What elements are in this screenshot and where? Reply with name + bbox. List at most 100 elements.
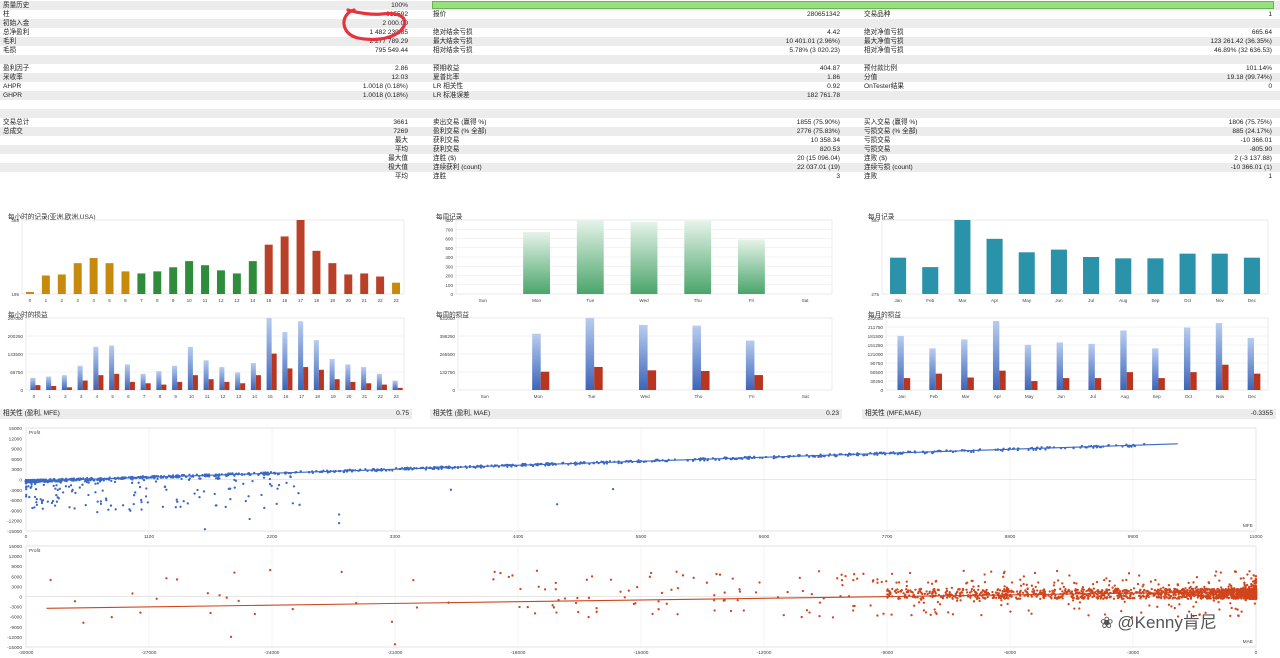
bar-profit bbox=[745, 340, 755, 390]
bar-profit bbox=[187, 346, 193, 390]
scatter-point bbox=[670, 588, 673, 591]
scatter-point bbox=[1034, 585, 1037, 589]
x-tick-label: Jan bbox=[894, 298, 902, 303]
scatter-point bbox=[1222, 589, 1226, 592]
scatter-point bbox=[1121, 579, 1124, 582]
scatter-point bbox=[731, 577, 734, 580]
stat-row: 柱 615592 报价 280651342 交易品种 1 bbox=[0, 10, 1280, 19]
scatter-point bbox=[1212, 588, 1216, 591]
x-tick-label: Tue bbox=[588, 394, 596, 399]
x-tick-label: 6 bbox=[124, 298, 127, 303]
scatter-point bbox=[985, 591, 988, 594]
bar-profit bbox=[1183, 327, 1191, 390]
scatter-point bbox=[35, 503, 39, 507]
scatter-point bbox=[938, 603, 942, 606]
scatter-point bbox=[1061, 582, 1064, 585]
scatter-point bbox=[627, 589, 630, 592]
scatter-point bbox=[1242, 586, 1245, 589]
stat-value: 20 (15 096.04) bbox=[797, 155, 840, 163]
scatter-point bbox=[905, 584, 908, 588]
x-tick-label: Jan bbox=[898, 394, 906, 399]
scatter-point bbox=[891, 587, 894, 591]
scatter-point bbox=[1072, 596, 1075, 600]
scatter-point bbox=[1086, 597, 1089, 600]
scatter-point bbox=[1195, 575, 1199, 579]
scatter-point bbox=[965, 582, 968, 585]
bar bbox=[738, 239, 765, 294]
scatter-point bbox=[1136, 582, 1140, 586]
x-tick-label: Sat bbox=[802, 298, 810, 303]
scatter-point bbox=[957, 588, 960, 591]
scatter-point bbox=[1017, 597, 1020, 600]
scatter-point bbox=[978, 599, 981, 603]
stat-value: 平均 bbox=[394, 146, 408, 154]
scatter-point bbox=[1075, 582, 1078, 585]
bar bbox=[392, 282, 401, 294]
scatter-point bbox=[948, 591, 951, 594]
scatter-point bbox=[101, 489, 104, 492]
scatter-point bbox=[263, 506, 266, 510]
scatter-point bbox=[176, 500, 179, 503]
scatter-point bbox=[128, 508, 131, 511]
scatter-point bbox=[1042, 588, 1046, 591]
bar-profit bbox=[30, 377, 36, 390]
scatter-point bbox=[511, 574, 514, 577]
x-tick-label: 4 bbox=[92, 298, 95, 303]
corr-header-mfe: 相关性 (盈利, MFE) 0.75 bbox=[0, 409, 412, 419]
x-tick-label: Apr bbox=[991, 298, 999, 303]
y-tick-label: 600 bbox=[445, 237, 453, 242]
scatter-point bbox=[563, 597, 567, 600]
scatter-point bbox=[926, 581, 930, 584]
scatter-point bbox=[1109, 595, 1112, 598]
bar-profit bbox=[1088, 343, 1095, 390]
stat-value: -805.90 bbox=[1249, 146, 1272, 154]
scatter-point bbox=[619, 590, 622, 593]
scatter-point bbox=[675, 570, 678, 573]
scatter-point bbox=[972, 600, 976, 603]
stat-label: 报价 bbox=[433, 11, 447, 19]
y-tick-label: 200 bbox=[445, 274, 453, 279]
scatter-point bbox=[1118, 590, 1121, 593]
scatter-point bbox=[990, 570, 993, 573]
scatter-point bbox=[965, 588, 968, 591]
scatter-point bbox=[945, 596, 949, 599]
x-tick-label: Tue bbox=[586, 298, 594, 303]
scatter-profit-mfe: 0 1100 2200 3300 4400 5500 6600 7700 8800 9900 110… bbox=[0, 422, 1276, 540]
corr-mfe-mae-label: 相关性 (MFE,MAE) bbox=[865, 410, 922, 417]
stat-value: -10 366.01 bbox=[1240, 137, 1272, 145]
scatter-point bbox=[233, 478, 236, 482]
scatter-point bbox=[899, 590, 903, 593]
stat-label: 亏损交易 (% 全部) bbox=[864, 128, 918, 136]
scatter-point bbox=[1228, 583, 1231, 586]
chart-week-profit-loss: 每周的损益 531000 398250 265500 132750 0 Sun Mon Tue W… bbox=[432, 308, 838, 402]
x-tick-label: 5 bbox=[111, 394, 114, 399]
stat-row: 盈利因子 2.86 预期收益 404.87 预付款比例 101.14% bbox=[0, 64, 1280, 73]
y-tick-label: -15000 bbox=[7, 645, 22, 651]
scatter-point bbox=[1053, 581, 1056, 584]
scatter-point bbox=[1229, 614, 1232, 618]
scatter-point bbox=[676, 586, 680, 590]
scatter-point bbox=[692, 576, 695, 580]
x-tick-label: 11 bbox=[205, 394, 210, 399]
bar bbox=[89, 258, 98, 294]
scatter-point bbox=[25, 487, 28, 491]
scatter-point bbox=[1062, 585, 1065, 589]
bar bbox=[1050, 249, 1067, 294]
bar-profit bbox=[929, 348, 936, 390]
scatter-point bbox=[738, 590, 742, 593]
bar-loss bbox=[114, 373, 120, 390]
quality-history-bar bbox=[432, 1, 1274, 9]
x-tick-label: Sat bbox=[802, 394, 810, 399]
scatter-point bbox=[786, 590, 789, 594]
scatter-point bbox=[1075, 597, 1078, 600]
scatter-point bbox=[897, 590, 900, 594]
scatter-point bbox=[1090, 589, 1094, 592]
scatter-point bbox=[84, 504, 87, 507]
scatter-point bbox=[648, 575, 652, 578]
corr-mae-value: 0.23 bbox=[826, 410, 839, 417]
stat-value: 2.86 bbox=[395, 65, 408, 73]
scatter-point bbox=[1038, 591, 1042, 594]
stat-value: 12.03 bbox=[391, 74, 408, 82]
scatter-point bbox=[180, 477, 183, 481]
scatter-point bbox=[40, 501, 44, 505]
